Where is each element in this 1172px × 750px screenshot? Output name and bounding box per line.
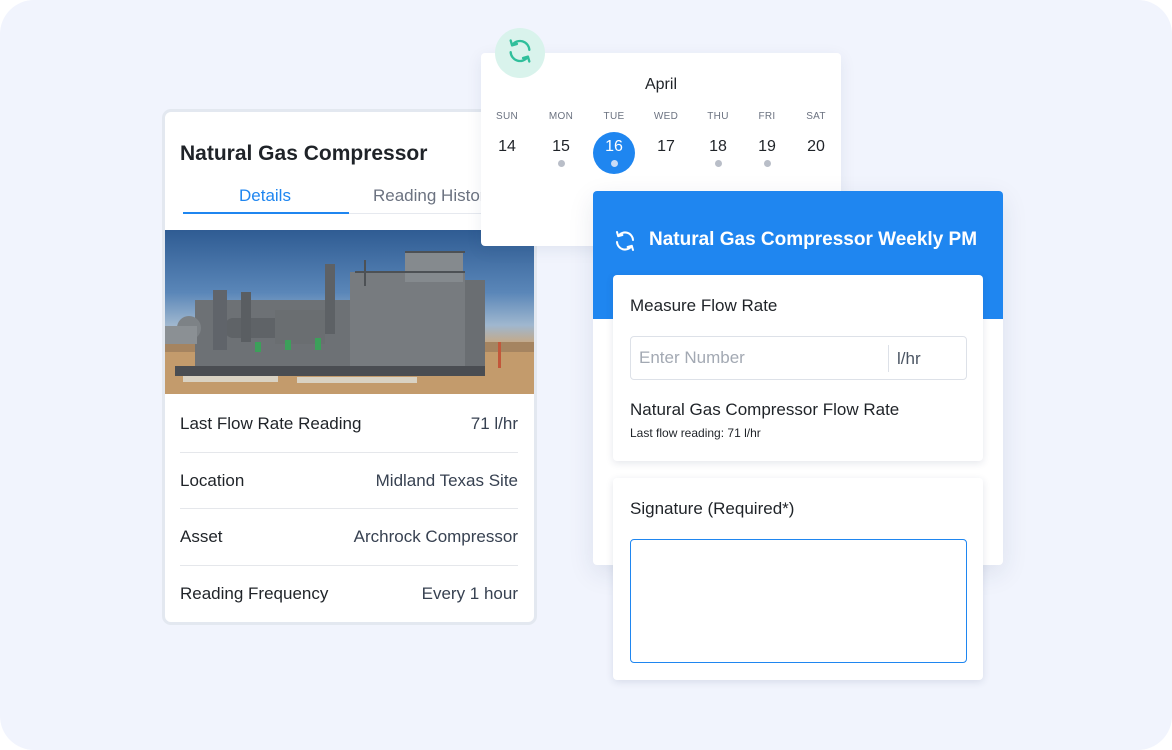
last-reading-note: Last flow reading: 71 l/hr	[630, 426, 761, 440]
calendar-weekday: MON	[548, 111, 574, 122]
sync-icon	[506, 37, 534, 70]
work-order-title: Natural Gas Compressor Weekly PM	[649, 229, 978, 250]
calendar-weekday: TUE	[603, 111, 625, 122]
calendar-month: April	[644, 76, 677, 93]
signature-pad[interactable]	[630, 539, 967, 663]
event-dot	[610, 160, 618, 167]
detail-label: Last Flow Rate Reading	[180, 414, 362, 433]
calendar-day-wed[interactable]: WED 17	[641, 111, 691, 174]
unit-divider	[888, 345, 889, 372]
detail-row-location: Location Midland Texas Site	[180, 453, 518, 509]
calendar-weekday: THU	[707, 111, 729, 122]
calendar-date: 19	[758, 138, 776, 155]
calendar-weekday: FRI	[758, 111, 776, 122]
tab-reading-history[interactable]: Reading History	[373, 186, 494, 206]
detail-label: Asset	[180, 527, 223, 546]
calendar-date: 20	[807, 138, 825, 155]
calendar-weekday: SUN	[495, 111, 518, 122]
signature-label: Signature (Required*)	[630, 499, 795, 518]
signature-card: Signature (Required*)	[613, 478, 983, 680]
calendar-date: 18	[709, 138, 727, 155]
detail-value: Archrock Compressor	[353, 527, 518, 546]
compressor-photo	[165, 230, 534, 394]
flow-rate-input[interactable]	[631, 337, 887, 379]
detail-value: Midland Texas Site	[375, 471, 518, 490]
calendar-date-selected: 16	[593, 132, 635, 174]
flow-rate-card: Measure Flow Rate l/hr Natural Gas Compr…	[613, 275, 983, 461]
detail-row-last-flow-rate: Last Flow Rate Reading 71 l/hr	[180, 396, 518, 452]
calendar-date: 15	[552, 138, 570, 155]
calendar-date: 17	[657, 138, 675, 155]
asset-title: Natural Gas Compressor	[180, 142, 428, 165]
calendar-day-tue[interactable]: TUE 16	[589, 111, 639, 174]
calendar-day-thu[interactable]: THU 18	[693, 111, 743, 167]
detail-label: Location	[180, 471, 245, 490]
calendar-day-fri[interactable]: FRI 19	[742, 111, 792, 167]
calendar-weekday: WED	[653, 111, 679, 122]
flow-rate-unit: l/hr	[897, 349, 921, 368]
event-dot	[714, 160, 722, 167]
detail-label: Reading Frequency	[180, 584, 329, 603]
detail-value: 71 l/hr	[470, 414, 518, 433]
calendar-date: 14	[498, 138, 516, 155]
event-dot	[557, 160, 565, 167]
event-dot	[763, 160, 771, 167]
calendar-day-mon[interactable]: MON 15	[536, 111, 586, 167]
detail-value: Every 1 hour	[421, 584, 518, 603]
sync-icon	[613, 229, 637, 258]
calendar-day-sun[interactable]: SUN 14	[482, 111, 532, 174]
meter-title: Natural Gas Compressor Flow Rate	[630, 400, 900, 419]
flow-rate-input-group: l/hr	[630, 336, 967, 380]
flow-rate-label: Measure Flow Rate	[630, 296, 778, 315]
detail-row-reading-frequency: Reading Frequency Every 1 hour	[180, 566, 518, 622]
calendar-weekday: SAT	[806, 111, 826, 122]
calendar-day-sat[interactable]: SAT 20	[791, 111, 841, 174]
active-tab-indicator	[183, 212, 349, 214]
sync-badge	[495, 28, 545, 78]
detail-row-asset: Asset Archrock Compressor	[180, 509, 518, 565]
tab-details[interactable]: Details	[239, 186, 291, 206]
